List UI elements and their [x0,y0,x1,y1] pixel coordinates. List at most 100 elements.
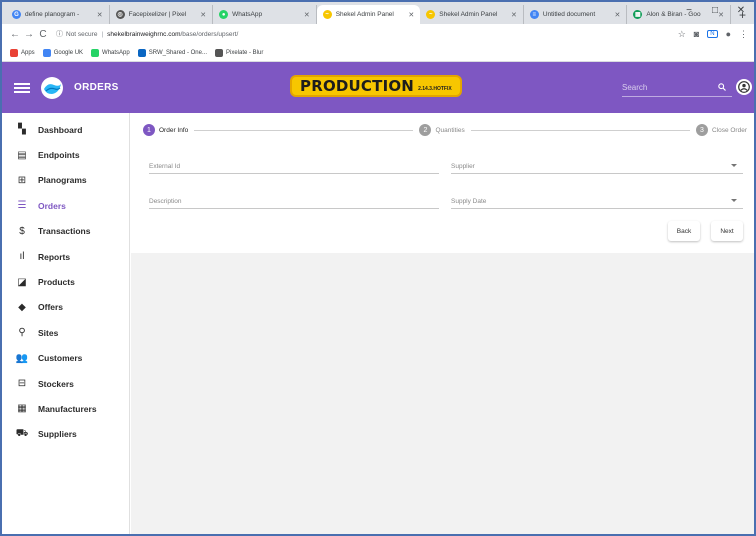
chevron-down-icon[interactable] [731,199,737,202]
step-quantities[interactable]: 2 Quantities [419,124,465,136]
supplier-select[interactable]: Supplier [451,158,743,174]
people-icon: 👥 [15,352,29,364]
products-icon: ◪ [17,276,27,288]
bookmark-item[interactable]: Pixelate - Blur [214,48,263,57]
sidebar-item-planograms[interactable]: ⊞ Planograms [2,168,129,193]
app-header: ORDERS PRODUCTION 2.14.3.HOTFIX Search [2,62,754,113]
tab-title: WhatsApp [232,11,263,18]
reload-icon[interactable]: C [36,29,50,40]
building-icon: ▦ [17,403,27,415]
order-form-card: 1 Order Info 2 Quantities 3 Close Order … [131,113,754,253]
favicon-icon: ~ [322,10,332,19]
sidebar-item-manufacturers[interactable]: ▦ Manufacturers [2,396,129,421]
stepper: 1 Order Info 2 Quantities 3 Close Order [143,123,747,137]
tag-icon: ◆ [18,301,26,313]
sidebar-item-label: Suppliers [38,429,77,440]
sidebar-item-sites[interactable]: ⚲ Sites [2,320,129,345]
favicon-icon: ≡ [529,10,539,19]
supply-date-field[interactable]: Supply Date [451,193,743,209]
browser-tab[interactable]: Gdefine planogram - ✕ [6,5,110,24]
back-button[interactable]: Back [668,221,700,241]
sidebar-item-label: Orders [38,200,66,211]
main-content: 1 Order Info 2 Quantities 3 Close Order … [131,113,754,534]
sidebar-item-dashboard[interactable]: ▚ Dashboard [2,117,129,142]
bookmark-item[interactable]: WhatsApp [91,48,130,57]
stepper-connector [470,129,690,131]
bookmark-item[interactable]: Apps [10,48,35,57]
search-icon[interactable] [718,82,726,93]
step-close-order[interactable]: 3 Close Order [695,124,747,136]
sidebar-item-suppliers[interactable]: ⛟ Suppliers [2,422,129,447]
menu-kebab-icon[interactable]: ⋮ [739,29,748,40]
grid-icon: ⊞ [17,174,27,186]
browser-tab[interactable]: ≡ Untitled document ✕ [524,5,628,24]
camera-icon[interactable]: ◙ [694,29,699,39]
browser-tab[interactable]: ● WhatsApp ✕ [213,5,317,24]
favicon-icon: ~ [426,10,436,19]
chevron-down-icon[interactable] [731,164,737,167]
user-avatar-icon[interactable] [736,79,752,95]
sidebar-item-reports[interactable]: ıl Reports [2,244,129,269]
close-tab-icon[interactable]: ✕ [615,11,621,19]
sidebar-item-endpoints[interactable]: ▤ Endpoints [2,142,129,167]
sidebar-item-offers[interactable]: ◆ Offers [2,295,129,320]
favicon-icon: ◎ [115,10,125,19]
tab-title: define planogram - [25,11,80,18]
maximize-button[interactable]: □ [702,2,728,22]
close-tab-icon[interactable]: ✕ [511,11,517,19]
tab-title: Shekel Admin Panel [335,11,394,18]
sidebar-item-label: Manufacturers [38,403,97,414]
step-order-info[interactable]: 1 Order Info [143,124,188,136]
browser-tab[interactable]: ~ Shekel Admin Panel ✕ [420,5,524,24]
dollar-icon: $ [19,225,25,237]
security-label: Not secure [66,30,98,38]
next-button[interactable]: Next [711,221,743,241]
close-window-button[interactable]: ✕ [728,2,754,22]
sidebar-item-customers[interactable]: 👥 Customers [2,346,129,371]
tab-title: Facepixelizer | Pixel [128,11,187,18]
forward-nav-icon[interactable]: → [22,29,36,40]
star-icon[interactable]: ☆ [678,29,686,40]
search-input[interactable]: Search [622,83,718,92]
close-tab-icon[interactable]: ✕ [97,11,103,19]
minimize-button[interactable]: − [676,2,702,22]
bookmark-label: SRW_Shared - One... [148,49,207,56]
url-path: /base/orders/upsert/ [180,30,239,38]
description-field[interactable]: Description [149,193,439,209]
sidebar-item-label: Planograms [38,175,87,186]
bookmark-label: WhatsApp [102,49,130,56]
location-pin-icon: ⚲ [18,327,26,339]
stepper-connector [194,129,414,131]
bookmark-item[interactable]: Google UK [42,48,83,57]
sidebar-item-label: Transactions [38,226,91,237]
close-tab-icon[interactable]: ✕ [304,11,310,19]
browser-tab[interactable]: ◎ Facepixelizer | Pixel ✕ [110,5,214,24]
page-title: ORDERS [74,82,119,93]
sidebar: ▚ Dashboard ▤ Endpoints ⊞ Planograms ☰ Orders $ T… [2,113,130,534]
back-nav-icon[interactable]: ← [8,29,22,40]
close-tab-icon[interactable]: ✕ [200,11,206,19]
bookmark-label: Apps [21,49,35,56]
app-logo [40,76,64,100]
browser-tab[interactable]: ~ Shekel Admin Panel ✕ [316,5,421,24]
sidebar-item-label: Products [38,277,75,288]
profile-icon[interactable]: ● [726,29,731,39]
sidebar-item-transactions[interactable]: $ Transactions [2,219,129,244]
bookmark-icon [137,48,146,57]
sidebar-item-orders[interactable]: ☰ Orders [2,193,129,218]
environment-label: PRODUCTION [300,77,415,95]
favicon-icon: G [12,10,21,19]
sidebar-item-products[interactable]: ◪ Products [2,269,129,294]
url-input[interactable]: ⓘ Not secure | shekelbrainweighrnc.com /… [56,26,678,42]
info-icon[interactable]: ⓘ [56,29,63,39]
close-tab-icon[interactable]: ✕ [408,11,414,19]
sidebar-item-stockers[interactable]: ⊟ Stockers [2,371,129,396]
search-box[interactable]: Search [622,79,732,97]
favicon-icon: ● [219,10,229,19]
hamburger-menu-icon[interactable] [14,82,30,93]
extension-icon[interactable]: N [707,30,718,38]
bookmark-item[interactable]: SRW_Shared - One... [137,48,207,57]
sidebar-item-label: Stockers [38,378,74,389]
external-id-field[interactable]: External Id [149,158,439,174]
tab-strip: Gdefine planogram - ✕ ◎ Facepixelizer | Pix… [2,2,754,24]
